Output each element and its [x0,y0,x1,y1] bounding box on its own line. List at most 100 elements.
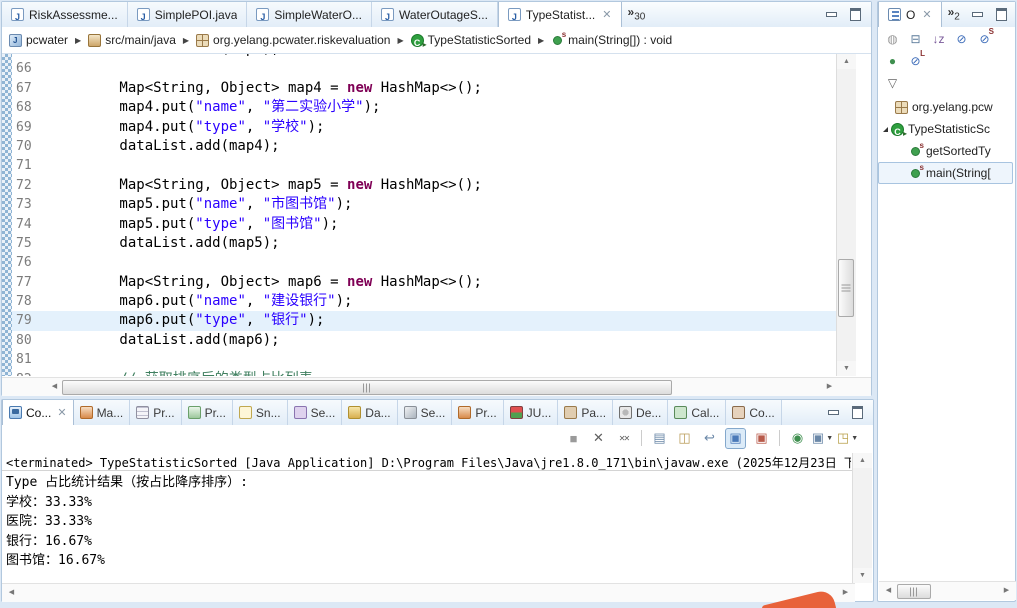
editor-tab[interactable]: RiskAssessme... [2,2,128,27]
editor-tab[interactable]: WaterOutageS... [372,2,498,27]
editor-tab-label: SimpleWaterO... [274,8,362,22]
minimize-icon[interactable] [825,404,841,418]
console-view-tab[interactable]: Se... [398,400,453,425]
hide-fields-button[interactable]: ⊘ [953,31,970,47]
console-view-tab[interactable]: Sn... [233,400,288,425]
word-wrap-button[interactable]: ↩ [700,429,719,448]
console-view-tab[interactable]: Co...✕ [2,400,74,425]
console-output[interactable]: Type 占比统计结果（按占比降序排序）:学校：33.33%医院：33.33%银… [6,473,248,571]
breadcrumb-label: org.yelang.pcwater.riskevaluation [213,33,390,47]
java-project-icon [9,34,22,47]
console-vertical-scrollbar[interactable]: ▲ ▼ [852,453,872,583]
console-view-tab[interactable]: Se... [288,400,343,425]
scroll-up-icon[interactable]: ▲ [837,54,856,69]
static-method-icon [911,147,920,156]
editor-tab[interactable]: SimpleWaterO... [247,2,372,27]
editor-vertical-scrollbar[interactable]: ▲ ▼ [836,54,856,376]
scrollbar-thumb[interactable] [838,259,854,317]
open-console-button[interactable]: ◳▼ [838,429,857,448]
hide-static-button[interactable]: ⊘S [976,31,993,47]
chevron-down-icon: ▼ [851,435,858,442]
scroll-left-icon[interactable]: ◀ [4,585,19,601]
maximize-icon[interactable] [993,6,1009,20]
scroll-up-icon[interactable]: ▲ [853,453,872,468]
console-view-tab[interactable]: Co... [726,400,781,425]
collapse-all-button[interactable]: ⊟ [907,31,924,47]
console-view-tab[interactable]: Pr... [452,400,503,425]
console-view-tab[interactable]: Da... [342,400,397,425]
hide-non-public-button[interactable]: ● [884,53,901,69]
breadcrumb-item[interactable]: main(String[]) : void [551,33,672,47]
markers-icon [80,406,93,419]
console-view-tab[interactable]: Ma... [74,400,131,425]
scroll-left-icon[interactable]: ◀ [47,379,62,395]
console-view-tab[interactable]: JU... [504,400,559,425]
scroll-right-icon[interactable]: ▶ [999,583,1014,599]
expanded-arrow-icon[interactable] [883,127,888,132]
scroll-down-icon[interactable]: ▼ [853,568,872,583]
close-icon[interactable]: ✕ [602,8,611,21]
console-view-tab[interactable]: De... [613,400,668,425]
scrollbar-thumb[interactable] [62,380,672,395]
console-horizontal-scrollbar[interactable]: ◀ ▶ [2,583,855,602]
outline-tab-overflow[interactable]: »2 [942,2,964,27]
breadcrumb-item[interactable]: pcwater [9,33,68,47]
editor-horizontal-scrollbar[interactable]: ◀ ▶ [2,377,871,396]
editor-tab[interactable]: SimplePOI.java [128,2,248,27]
display-console-button[interactable]: ▣▼ [813,429,832,448]
maximize-icon[interactable] [849,404,865,418]
code-editor[interactable]: dataList.add(map3);6667 Map<String, Obje… [2,54,836,376]
focus-active-task-button[interactable]: ◍ [884,31,901,47]
code-line: 67 Map<String, Object> map4 = new HashMa… [2,79,836,98]
console-header-divider [2,470,855,471]
terminate-button[interactable]: ■ [564,429,583,448]
console-view-tab[interactable]: Pr... [130,400,181,425]
clear-console-button[interactable]: ▤ [650,429,669,448]
sort-button[interactable]: ↓z [930,31,947,47]
tab-outline[interactable]: O ✕ [878,2,942,27]
console-window-buttons [825,404,865,418]
close-icon[interactable]: ✕ [922,8,931,21]
editor-tab-label: SimplePOI.java [155,8,238,22]
breadcrumb-item[interactable]: src/main/java [88,33,176,47]
outline-tree-item[interactable]: TypeStatisticSc [878,118,1013,140]
minimize-icon[interactable] [823,6,839,20]
editor-tab[interactable]: TypeStatist...✕ [498,2,622,27]
outline-tree-item[interactable]: main(String[ [878,162,1013,184]
scrollbar-thumb[interactable] [897,584,931,599]
console-view-tab[interactable]: Pr... [182,400,233,425]
show-stderr-button[interactable]: ▣ [752,429,771,448]
annotation-ruler[interactable] [2,54,12,376]
breadcrumb-label: main(String[]) : void [568,33,672,47]
breadcrumb-label: TypeStatisticSorted [428,33,531,47]
console-view-tab[interactable]: Pa... [558,400,613,425]
editor-tab-overflow[interactable]: »30 [622,2,650,27]
show-stdout-button[interactable]: ▣ [725,428,746,449]
close-icon[interactable]: ✕ [57,406,66,419]
console-output-line: Type 占比统计结果（按占比降序排序）: [6,473,248,493]
remove-all-terminated-button[interactable]: ✕✕ [614,429,633,448]
scroll-right-icon[interactable]: ▶ [838,585,853,601]
static-method-icon [911,169,920,178]
maximize-icon[interactable] [847,6,863,20]
minimize-icon[interactable] [969,6,985,20]
remove-launch-button[interactable]: ✕ [589,429,608,448]
breadcrumb-item[interactable]: TypeStatisticSorted [411,33,531,47]
editor-tab-overflow-count: 30 [634,11,645,22]
console-view-tab[interactable]: Cal... [668,400,726,425]
scroll-left-icon[interactable]: ◀ [881,583,896,599]
breadcrumb-item[interactable]: org.yelang.pcwater.riskevaluation [196,33,390,47]
outline-horizontal-scrollbar[interactable]: ◀ ▶ [879,581,1016,600]
console-output-line: 学校：33.33% [6,493,248,513]
palette-icon [564,406,577,419]
scroll-down-icon[interactable]: ▼ [837,361,856,376]
outline-tree-item[interactable]: org.yelang.pcw [878,96,1013,118]
pin-console-button[interactable]: ◉ [788,429,807,448]
hide-local-types-button[interactable]: ⊘L [907,53,924,69]
code-line: 70 dataList.add(map4); [2,137,836,156]
scroll-right-icon[interactable]: ▶ [822,379,837,395]
outline-tree-item[interactable]: getSortedTy [878,140,1013,162]
view-menu-button[interactable]: ▽ [884,75,901,91]
scroll-lock-button[interactable]: ◫ [675,429,694,448]
collapse-all-icon: ⊟ [910,32,920,46]
